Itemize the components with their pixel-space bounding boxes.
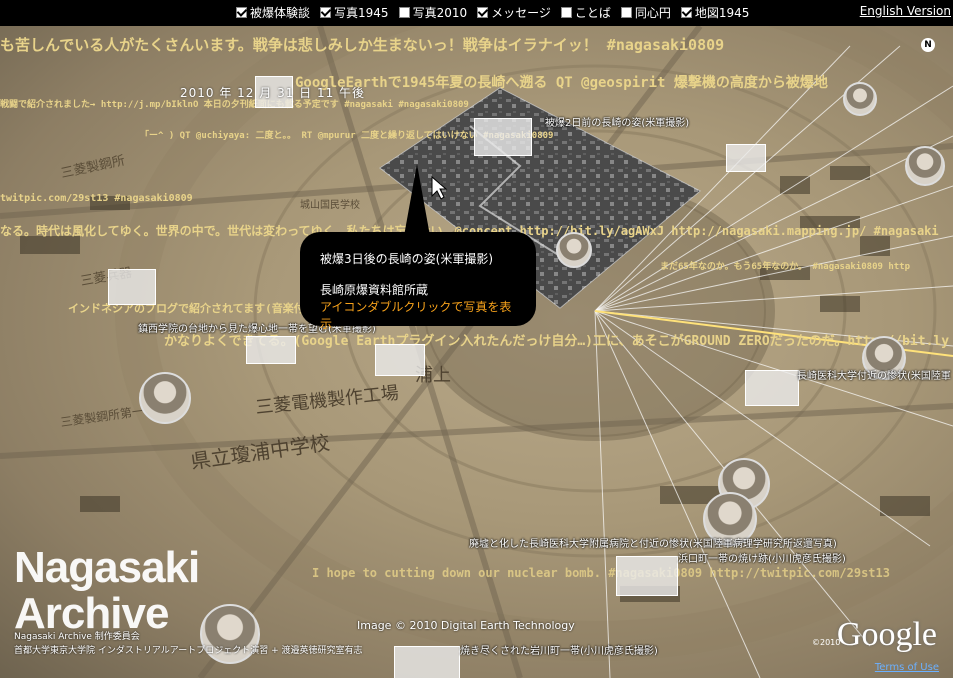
survivor-avatar[interactable] bbox=[139, 372, 191, 424]
compass-north-icon[interactable]: N bbox=[921, 38, 935, 52]
popup-pointer bbox=[404, 164, 430, 236]
message-ticker[interactable]: も苦しんでいる人がたくさんいます。戦争は悲しみしか生まないっ！戦争はイラナイッ！… bbox=[0, 34, 724, 55]
credit-line-1: Nagasaki Archive 制作委員会 bbox=[14, 632, 140, 642]
globe-viewport[interactable]: 長崎 三菱製鋼所 三菱兵器 県立瓊浦中学校 三菱電機製作工場 浦上 城山国民学校… bbox=[0, 26, 953, 678]
english-version-link[interactable]: English Version bbox=[860, 4, 951, 18]
info-popup[interactable]: 被爆3日後の長崎の姿(米軍撮影) 長崎原爆資料館所蔵 アイコンダブルクリックで写… bbox=[300, 232, 536, 331]
checkbox[interactable] bbox=[620, 7, 632, 18]
layer-toggle-photo1945[interactable]: 写真1945 bbox=[320, 4, 389, 21]
layer-toggles: 被爆体験談 写真1945 写真2010 メッセージ ことば 同心円 地図1945 bbox=[236, 4, 749, 21]
message-ticker[interactable]: twitpic.com/29st13 #nagasaki0809 bbox=[0, 193, 193, 204]
checkbox[interactable] bbox=[398, 7, 410, 18]
photo-label[interactable]: 廃墟と化した長崎医科大学附属病院と付近の惨状(米国陸軍病理学研究所返還写真) bbox=[469, 535, 837, 550]
message-ticker[interactable]: インドネシアのブログで紹介されてます(音楽付き) bbox=[68, 300, 322, 316]
photo-thumbnail[interactable] bbox=[616, 556, 678, 596]
popup-source: 長崎原爆資料館所蔵 bbox=[320, 283, 429, 297]
photo-thumbnail[interactable] bbox=[246, 336, 296, 364]
layer-toggle-messages[interactable]: メッセージ bbox=[477, 4, 551, 21]
photo-thumbnail[interactable] bbox=[375, 344, 425, 376]
layer-toggle-circles[interactable]: 同心円 bbox=[620, 4, 671, 21]
layer-toggle-map1945[interactable]: 地図1945 bbox=[680, 4, 749, 21]
photo-thumbnail[interactable] bbox=[726, 144, 766, 172]
google-logo: Google bbox=[836, 616, 937, 653]
checkbox[interactable] bbox=[560, 7, 572, 18]
top-toolbar: 被爆体験談 写真1945 写真2010 メッセージ ことば 同心円 地図1945… bbox=[0, 0, 953, 26]
credit-line-2: 首都大学東京大学院 インダストリアルアートプロジェクト演習 + 渡邉英徳研究室有… bbox=[14, 646, 363, 656]
photo-thumbnail[interactable] bbox=[474, 118, 532, 156]
terms-of-use-link[interactable]: Terms of Use bbox=[875, 662, 939, 673]
photo-label[interactable]: 被爆2日前の長崎の姿(米軍撮影) bbox=[545, 114, 689, 129]
message-ticker[interactable]: I hope to cutting down our nuclear bomb.… bbox=[312, 566, 890, 580]
photo-label[interactable]: 浜口町一帯の焼け跡(小川虎彦氏撮影) bbox=[678, 550, 846, 565]
survivor-avatar[interactable] bbox=[905, 146, 945, 186]
checkbox[interactable] bbox=[320, 7, 332, 18]
popup-title: 被爆3日後の長崎の姿(米軍撮影) bbox=[320, 252, 493, 266]
nagasaki-archive-logo: Nagasaki Archive bbox=[14, 543, 200, 638]
survivor-avatar[interactable] bbox=[843, 82, 877, 116]
message-ticker[interactable]: GoogleEarthで1945年夏の長崎へ遡る QT @geospirit 爆… bbox=[295, 72, 828, 92]
map-label: 城山国民学校 bbox=[300, 200, 360, 211]
photo-label[interactable]: 長崎医科大学付近の惨状(米国陸軍 bbox=[797, 367, 951, 382]
checkbox[interactable] bbox=[477, 7, 489, 18]
photo-thumbnail[interactable] bbox=[394, 646, 460, 678]
layer-toggle-photo2010[interactable]: 写真2010 bbox=[398, 4, 467, 21]
popup-hint: アイコンダブルクリックで写真を表示 bbox=[320, 300, 512, 331]
photo-thumbnail[interactable] bbox=[108, 269, 156, 305]
layer-toggle-testimony[interactable]: 被爆体験談 bbox=[236, 4, 310, 21]
layer-toggle-words[interactable]: ことば bbox=[560, 4, 611, 21]
photo-label[interactable]: 焼き尽くされた岩川町一帯(小川虎彦氏撮影) bbox=[460, 642, 658, 657]
checkbox[interactable] bbox=[236, 7, 247, 18]
survivor-avatar[interactable] bbox=[556, 232, 592, 268]
checkbox[interactable] bbox=[680, 7, 692, 18]
google-copyright-year: ©2010 bbox=[812, 638, 841, 647]
date-readout: 2010 年 12 月 31 日 11 午後 bbox=[180, 86, 366, 100]
message-ticker[interactable]: まだ65年なのか。もう65年なのか。 #nagasaki0809 http bbox=[660, 259, 910, 272]
photo-thumbnail[interactable] bbox=[745, 370, 799, 406]
imagery-copyright: Image © 2010 Digital Earth Technology bbox=[357, 619, 575, 632]
